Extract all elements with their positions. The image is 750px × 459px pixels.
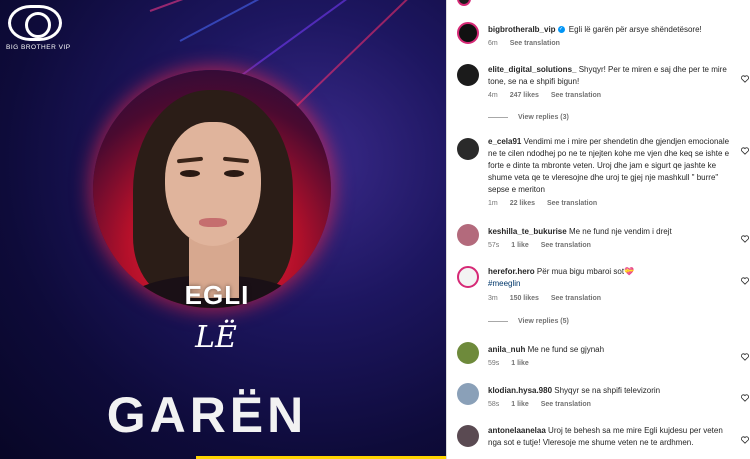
comment-likes[interactable]: 1 like bbox=[511, 401, 529, 408]
comment-time: 1m bbox=[488, 200, 498, 207]
comment-time: 4m bbox=[488, 92, 498, 99]
comment-username[interactable]: herefor.hero bbox=[488, 267, 535, 276]
anila-avatar[interactable] bbox=[457, 342, 479, 364]
comment-username[interactable]: anila_nuh bbox=[488, 345, 525, 354]
comment-text: Për mua bigu mbaroi sot💝 bbox=[536, 267, 635, 276]
ecela-avatar[interactable] bbox=[457, 138, 479, 160]
caption-translation-link[interactable]: See translation bbox=[510, 40, 560, 47]
comment-time: 3m bbox=[488, 295, 498, 302]
comment-likes[interactable]: 1 like bbox=[511, 242, 529, 249]
comment-username[interactable]: antonelaanelaa bbox=[488, 426, 546, 435]
name-egli-text: EGLI bbox=[184, 280, 250, 310]
comment-translation-link[interactable]: See translation bbox=[551, 295, 601, 302]
big-brother-logo: BIG BROTHER VIP bbox=[6, 5, 71, 51]
comment-time: 59s bbox=[488, 360, 500, 367]
caption-text: Egli lë garën për arsye shëndetësore! bbox=[568, 25, 702, 34]
name-garen-text: GARËN bbox=[106, 387, 308, 443]
comment-text: Vendimi me i mire per shendetin dhe gjen… bbox=[488, 137, 730, 194]
comment-translation-link[interactable]: See translation bbox=[541, 401, 591, 408]
comment-username[interactable]: elite_digital_solutions_ bbox=[488, 65, 576, 74]
view-replies-link[interactable]: View replies (5) bbox=[488, 318, 569, 325]
comment-translation-link[interactable]: See translation bbox=[551, 92, 601, 99]
comment-username[interactable]: klodian.hysa.980 bbox=[488, 386, 552, 395]
like-heart-icon[interactable] bbox=[741, 389, 749, 402]
like-heart-icon[interactable] bbox=[741, 431, 749, 444]
comment-username[interactable]: e_cela91 bbox=[488, 137, 521, 146]
caption-username[interactable]: bigbrotheralb_vip bbox=[488, 25, 556, 34]
antonela-avatar[interactable] bbox=[457, 425, 479, 447]
post-image[interactable]: BIG BROTHER VIP EGLI LË GARËN bbox=[0, 0, 446, 459]
comment-likes[interactable]: 150 likes bbox=[510, 295, 539, 302]
comment-text: Shyqyr se na shpifi televizorin bbox=[554, 386, 661, 395]
caption-time: 6m bbox=[488, 40, 498, 47]
like-heart-icon[interactable] bbox=[741, 70, 749, 83]
logo-caption: BIG BROTHER VIP bbox=[6, 44, 71, 51]
like-heart-icon[interactable] bbox=[741, 272, 749, 285]
comment-text: Me ne fund nje vendim i drejt bbox=[568, 227, 672, 236]
like-heart-icon[interactable] bbox=[741, 230, 749, 243]
comment-likes[interactable]: 1 like bbox=[511, 360, 529, 367]
view-replies-link[interactable]: View replies (3) bbox=[488, 114, 569, 121]
elite-avatar[interactable] bbox=[457, 64, 479, 86]
comment-hashtag[interactable]: #meeglin bbox=[488, 279, 520, 288]
herefor-avatar[interactable] bbox=[457, 266, 479, 288]
comment-likes[interactable]: 22 likes bbox=[510, 200, 535, 207]
comment-username[interactable]: keshilla_te_bukurise bbox=[488, 227, 567, 236]
comment-translation-link[interactable]: See translation bbox=[547, 200, 597, 207]
like-heart-icon[interactable] bbox=[741, 348, 749, 361]
keshilla-avatar[interactable] bbox=[457, 224, 479, 246]
top-avatar[interactable] bbox=[457, 0, 471, 6]
comment-time: 58s bbox=[488, 401, 500, 408]
comments-panel[interactable]: bigbrotheralb_vip ✓ Egli lë garën për ars… bbox=[446, 0, 750, 459]
contestant-portrait bbox=[93, 70, 331, 308]
verified-badge-icon: ✓ bbox=[557, 26, 565, 34]
klodian-avatar[interactable] bbox=[457, 383, 479, 405]
bigbrother-avatar[interactable] bbox=[457, 22, 479, 44]
comment-text: Me ne fund se gjynah bbox=[527, 345, 605, 354]
like-heart-icon[interactable] bbox=[741, 142, 749, 155]
name-le-text: LË bbox=[195, 320, 237, 355]
comment-time: 57s bbox=[488, 242, 500, 249]
eye-logo-icon bbox=[8, 5, 62, 41]
comment-translation-link[interactable]: See translation bbox=[541, 242, 591, 249]
comment-likes[interactable]: 247 likes bbox=[510, 92, 539, 99]
